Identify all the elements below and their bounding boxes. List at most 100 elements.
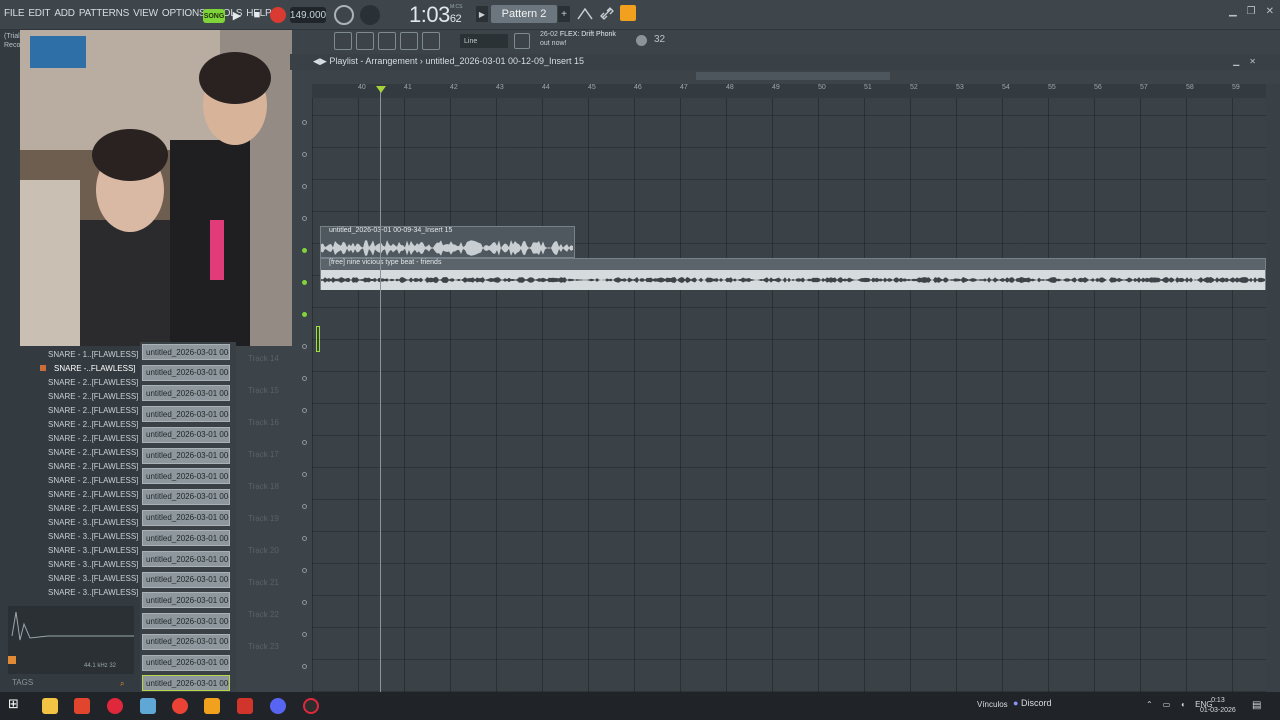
taskbar-links[interactable]: Vínculos	[977, 700, 1008, 709]
sample-item[interactable]: SNARE - 2..[FLAWLESS]	[40, 403, 138, 417]
track-label[interactable]: Track 20	[248, 546, 279, 555]
picker-clip-item[interactable]: untitled_2026-03-01 00-...	[142, 447, 230, 464]
pattern-arrow-icon[interactable]: ▶	[476, 6, 488, 22]
track-mute-icon[interactable]	[302, 664, 307, 669]
minimize-icon[interactable]: ▁	[1229, 6, 1237, 17]
piano-roll-icon[interactable]	[356, 32, 374, 50]
track-label[interactable]: Track 23	[248, 642, 279, 651]
windows-start-icon[interactable]: ⊞	[8, 696, 24, 712]
track-label[interactable]: Track 15	[248, 386, 279, 395]
online-icon[interactable]	[636, 35, 647, 46]
sample-item[interactable]: SNARE - 3..[FLAWLESS]	[40, 557, 138, 571]
song-mode-toggle[interactable]: SONG	[203, 9, 225, 23]
link-icon[interactable]	[598, 5, 616, 23]
track-mute-icon[interactable]	[302, 536, 307, 541]
picker-clip-item[interactable]: untitled_2026-03-01 00-...	[142, 426, 230, 443]
menu-edit[interactable]: EDIT	[28, 8, 50, 19]
playlist-arrows-icon[interactable]: ◀▶	[313, 56, 329, 66]
track-mute-icon[interactable]	[302, 440, 307, 445]
menu-view[interactable]: VIEW	[133, 8, 158, 19]
volume-icon[interactable]: ◖	[1180, 700, 1185, 709]
audio-clip-beat[interactable]: [free] nine vicious type beat - friends	[320, 258, 1266, 290]
master-pitch-knob[interactable]	[360, 5, 380, 25]
track-mute-icon[interactable]	[302, 344, 307, 349]
track-mute-icon[interactable]	[302, 152, 307, 157]
play-button[interactable]: ▶	[228, 6, 246, 24]
picker-clip-item[interactable]: untitled_2026-03-01 00-...	[142, 592, 230, 609]
playlist-close-icon[interactable]: ✕	[1249, 57, 1256, 66]
picker-clip-item[interactable]: untitled_2026-03-01 00-...	[142, 551, 230, 567]
mixer-icon[interactable]	[400, 32, 418, 50]
record-button[interactable]	[270, 7, 286, 23]
playlist-vertical-scrollbar[interactable]	[1266, 84, 1280, 692]
obs-studio-icon[interactable]	[237, 698, 253, 714]
recorder-icon[interactable]	[303, 698, 319, 714]
metronome-icon[interactable]	[334, 5, 354, 25]
track-label[interactable]: Track 18	[248, 482, 279, 491]
search-icon[interactable]: ⌕	[120, 679, 124, 689]
taskbar-discord[interactable]: ● Discord	[1013, 698, 1051, 708]
fl-logo-icon[interactable]	[620, 5, 636, 21]
chevron-up-icon[interactable]: ⌃	[1146, 700, 1153, 709]
track-mute-icon[interactable]	[302, 600, 307, 605]
sample-item[interactable]: SNARE - 3..[FLAWLESS]	[40, 529, 138, 543]
tempo-display[interactable]: 149.000	[290, 7, 326, 23]
picker-clip-item[interactable]: untitled_2026-03-01 00-...	[142, 633, 230, 650]
menu-options[interactable]: OPTIONS	[162, 8, 206, 19]
system-clock[interactable]: 0:13 01-03-2026	[1200, 696, 1236, 716]
playlist-icon[interactable]	[334, 32, 352, 50]
news-panel[interactable]: 26-02 FLEX: Drift Phonk out now!	[540, 30, 616, 48]
track-mute-icon[interactable]	[302, 184, 307, 189]
channel-rack-icon[interactable]	[378, 32, 396, 50]
playlist-horizontal-scrollbar[interactable]	[696, 72, 890, 80]
sample-item[interactable]: SNARE -..FLAWLESS]	[40, 361, 136, 375]
sample-item[interactable]: SNARE - 1..[FLAWLESS]	[40, 347, 138, 361]
track-mute-icon[interactable]	[302, 376, 307, 381]
picker-clip-item[interactable]: untitled_2026-03-01 00-...	[142, 654, 230, 671]
fl-studio-taskbar-icon[interactable]	[204, 698, 220, 714]
snap-selector[interactable]: Line	[460, 34, 508, 48]
track-mute-icon[interactable]	[302, 280, 307, 285]
app-icon[interactable]	[140, 698, 156, 714]
track-label[interactable]: Track 22	[248, 610, 279, 619]
discord-taskbar-icon[interactable]	[270, 698, 286, 714]
timeline-ruler[interactable]: 40 41 42 43 44 45 46 47 48 49 50 51 52 53 54 55 56 57 58 59	[312, 84, 1266, 98]
track-label[interactable]: Track 19	[248, 514, 279, 523]
picker-clip-item[interactable]: untitled_2026-03-01 00-...	[142, 571, 230, 588]
sample-item[interactable]: SNARE - 2..[FLAWLESS]	[40, 417, 138, 431]
picker-clip-item[interactable]: untitled_2026-03-01 00-...	[142, 488, 230, 505]
wave-tool-icon[interactable]	[576, 5, 594, 23]
sample-item[interactable]: SNARE - 3..[FLAWLESS]	[40, 585, 138, 599]
picker-clip-item[interactable]: untitled_2026-03-01 00-...	[142, 468, 230, 485]
notification-icon[interactable]: ▤	[1252, 700, 1261, 711]
track-label[interactable]: Track 14	[248, 354, 279, 363]
chrome-icon[interactable]	[172, 698, 188, 714]
picker-clip-item[interactable]: untitled_2026-03-01 00-...	[142, 613, 230, 630]
brave-icon[interactable]	[74, 698, 90, 714]
menu-patterns[interactable]: PATTERNS	[79, 8, 129, 19]
sample-item[interactable]: SNARE - 2..[FLAWLESS]	[40, 501, 138, 515]
sample-item[interactable]: SNARE - 2..[FLAWLESS]	[40, 445, 138, 459]
track-mute-icon[interactable]	[302, 312, 307, 317]
track-mute-icon[interactable]	[302, 472, 307, 477]
maximize-icon[interactable]: ❐	[1247, 6, 1256, 17]
sample-item[interactable]: SNARE - 2..[FLAWLESS]	[40, 375, 138, 389]
sample-item[interactable]: SNARE - 2..[FLAWLESS]	[40, 487, 138, 501]
picker-clip-item[interactable]: untitled_2026-03-01 00-...	[142, 530, 230, 547]
track-mute-icon[interactable]	[302, 504, 307, 509]
sample-item[interactable]: SNARE - 3..[FLAWLESS]	[40, 515, 138, 529]
playlist-grid[interactable]	[312, 98, 1266, 692]
track-mute-icon[interactable]	[302, 568, 307, 573]
track-mute-icon[interactable]	[302, 120, 307, 125]
track-label[interactable]: Track 21	[248, 578, 279, 587]
file-explorer-icon[interactable]	[42, 698, 58, 714]
picker-clip-item[interactable]: untitled_2026-03-01 00-...	[142, 364, 230, 381]
menu-file[interactable]: FILE	[4, 8, 25, 19]
playlist-minimize-icon[interactable]: ▁	[1233, 57, 1239, 66]
browser-icon[interactable]	[422, 32, 440, 50]
track-label[interactable]: Track 16	[248, 418, 279, 427]
media-player-icon[interactable]	[107, 698, 123, 714]
audio-clip-insert[interactable]: untitled_2026-03-01 00-09-34_Insert 15	[320, 226, 575, 258]
track-mute-icon[interactable]	[302, 248, 307, 253]
picker-clip-item[interactable]: untitled_2026-03-01 00-...	[142, 509, 230, 526]
